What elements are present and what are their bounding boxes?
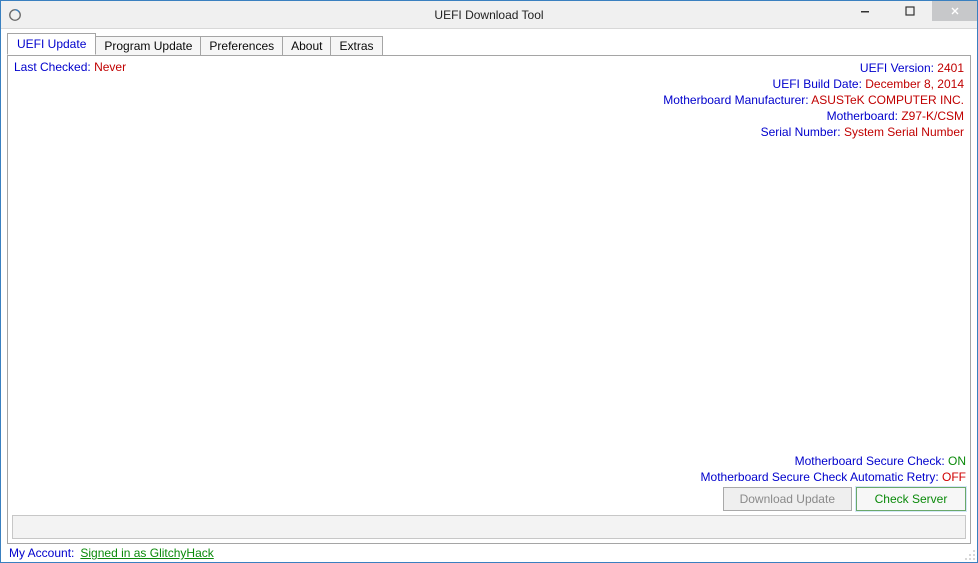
secure-retry-value: OFF <box>942 470 966 484</box>
button-row: Download Update Check Server <box>12 487 966 511</box>
app-icon <box>7 7 23 23</box>
uefi-build-date-label: UEFI Build Date: <box>773 77 862 91</box>
uefi-version-value: 2401 <box>937 61 964 75</box>
last-checked-value: Never <box>94 60 126 74</box>
tab-uefi-update[interactable]: UEFI Update <box>7 33 96 55</box>
motherboard-label: Motherboard: <box>827 109 898 123</box>
tab-about[interactable]: About <box>283 36 331 56</box>
titlebar: UEFI Download Tool <box>1 1 977 29</box>
uefi-build-date-value: December 8, 2014 <box>865 77 964 91</box>
download-update-button[interactable]: Download Update <box>723 487 852 511</box>
mobo-manufacturer-label: Motherboard Manufacturer: <box>663 93 808 107</box>
tab-extras[interactable]: Extras <box>331 36 382 56</box>
motherboard-value: Z97-K/CSM <box>901 109 964 123</box>
tabstrip: UEFI Update Program Update Preferences A… <box>7 33 971 55</box>
last-checked-label: Last Checked: <box>14 60 91 74</box>
secure-check-info: Motherboard Secure Check: ON Motherboard… <box>12 453 966 485</box>
tabpanel-uefi-update: Last Checked: Never UEFI Version: 2401 U… <box>7 55 971 544</box>
resize-grip-icon[interactable] <box>962 547 976 561</box>
tab-program-update[interactable]: Program Update <box>96 36 201 56</box>
system-info: UEFI Version: 2401 UEFI Build Date: Dece… <box>663 60 964 140</box>
tab-preferences[interactable]: Preferences <box>201 36 283 56</box>
check-server-button[interactable]: Check Server <box>856 487 966 511</box>
serial-number-label: Serial Number: <box>761 125 841 139</box>
signed-in-link[interactable]: Signed in as GlitchyHack <box>80 546 213 560</box>
secure-check-value: ON <box>948 454 966 468</box>
footer: My Account: Signed in as GlitchyHack <box>7 544 971 560</box>
maximize-button[interactable] <box>887 1 932 21</box>
close-button[interactable] <box>932 1 977 21</box>
window-controls <box>842 1 977 28</box>
secure-retry-label: Motherboard Secure Check Automatic Retry… <box>701 470 939 484</box>
uefi-version-label: UEFI Version: <box>860 61 934 75</box>
serial-number-value: System Serial Number <box>844 125 964 139</box>
window-title: UEFI Download Tool <box>1 8 977 22</box>
secure-check-label: Motherboard Secure Check: <box>795 454 945 468</box>
status-area <box>12 515 966 539</box>
minimize-button[interactable] <box>842 1 887 21</box>
mobo-manufacturer-value: ASUSTeK COMPUTER INC. <box>811 93 964 107</box>
last-checked: Last Checked: Never <box>14 60 126 74</box>
account-label: My Account: <box>9 546 74 560</box>
